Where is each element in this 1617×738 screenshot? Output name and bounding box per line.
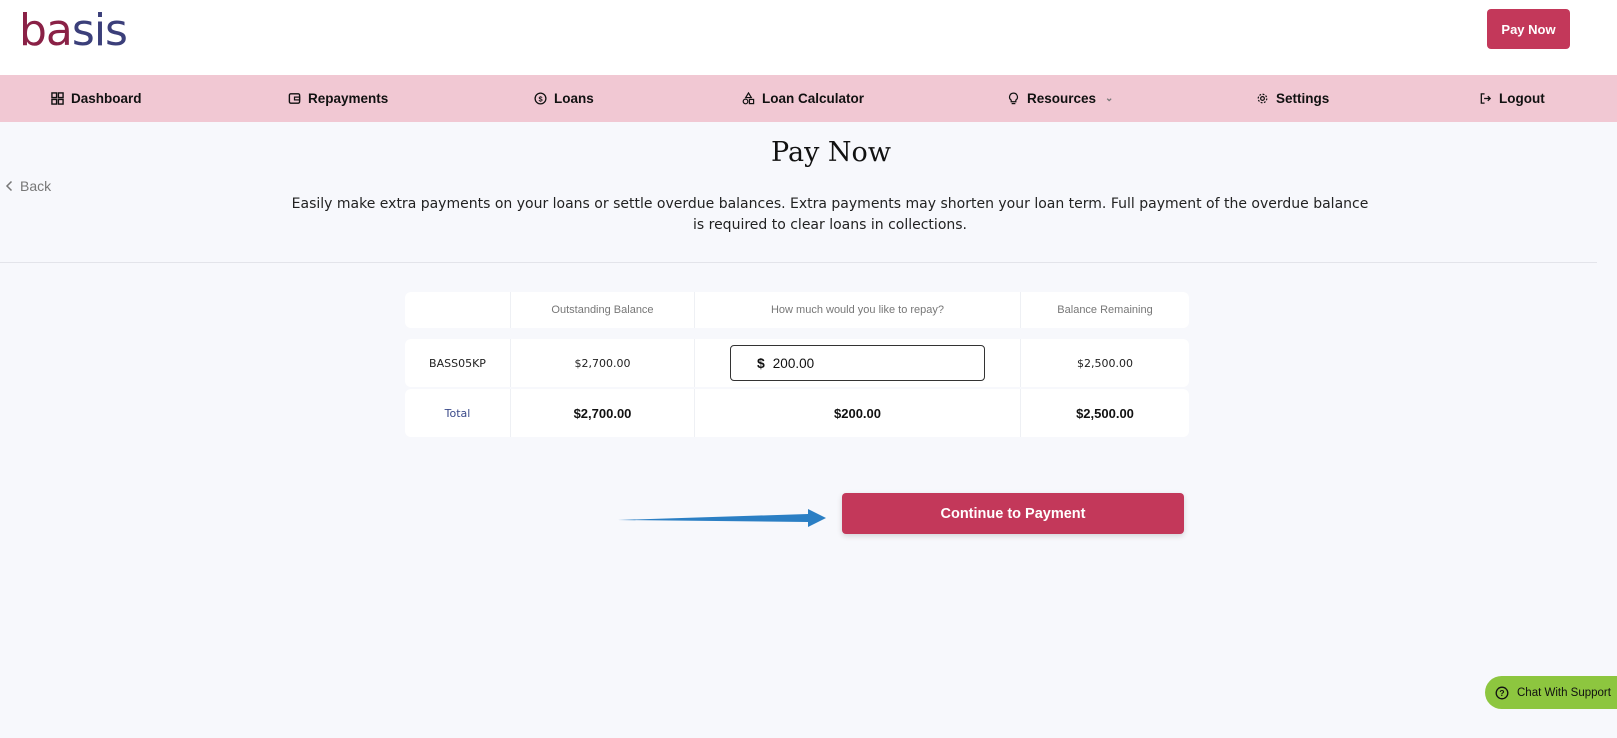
svg-text:$: $	[538, 94, 543, 103]
annotation-arrow	[618, 509, 826, 527]
logout-icon	[1480, 93, 1492, 104]
nav-item-settings[interactable]: Settings	[1256, 75, 1329, 122]
header-cell-loan	[405, 292, 511, 328]
nav-label-loan-calculator: Loan Calculator	[762, 91, 865, 106]
total-row: Total $2,700.00 $200.00 $2,500.00	[405, 389, 1189, 437]
lightbulb-icon	[1008, 92, 1019, 105]
page-title: Pay Now	[771, 137, 891, 168]
repay-amount-field[interactable]: $	[730, 345, 985, 381]
chevron-left-icon	[5, 180, 13, 192]
back-label: Back	[20, 178, 52, 194]
currency-symbol: $	[757, 355, 765, 371]
shapes-icon	[742, 92, 755, 105]
total-outstanding-cell: $2,700.00	[511, 389, 695, 437]
svg-text:?: ?	[1499, 688, 1504, 698]
repay-table-header: Outstanding Balance How much would you l…	[405, 292, 1189, 328]
nav-label-repayments: Repayments	[308, 91, 389, 106]
chat-with-support-button[interactable]: ? Chat With Support	[1485, 676, 1617, 709]
gear-icon	[1257, 93, 1268, 104]
loan-id-cell: BASS05KP	[405, 339, 511, 387]
table-row: BASS05KP $2,700.00 $ $2,500.00	[405, 339, 1189, 387]
nav-item-resources[interactable]: Resources ⌄	[1007, 75, 1113, 122]
nav-item-dashboard[interactable]: Dashboard	[51, 75, 142, 122]
nav-label-logout: Logout	[1499, 91, 1545, 106]
page-intro: Easily make extra payments on your loans…	[291, 196, 1369, 233]
nav-label-loans: Loans	[554, 91, 594, 106]
header-cell-remaining: Balance Remaining	[1057, 304, 1153, 316]
pay-now-header-button[interactable]: Pay Now	[1487, 9, 1570, 49]
nav-item-repayments[interactable]: Repayments	[288, 75, 388, 122]
wallet-icon	[288, 93, 301, 104]
remaining-cell: $2,500.00	[1077, 356, 1133, 370]
nav-item-loan-calculator[interactable]: Loan Calculator	[742, 75, 864, 122]
total-repay-cell: $200.00	[695, 389, 1021, 437]
repay-amount-input[interactable]	[772, 355, 953, 371]
nav-item-logout[interactable]: Logout	[1479, 75, 1545, 122]
dollar-coin-icon: $	[534, 92, 547, 105]
nav-label-settings: Settings	[1276, 91, 1330, 106]
top-bar: basis Pay Now	[0, 0, 1617, 75]
total-label-cell: Total	[405, 389, 511, 437]
basis-logo[interactable]: basis	[19, 5, 128, 56]
section-divider	[0, 262, 1597, 263]
repay-amount-cell: $	[695, 339, 1021, 387]
logo-text-part1: ba	[19, 5, 73, 56]
outstanding-cell: $2,700.00	[511, 339, 695, 387]
nav-item-loans[interactable]: $ Loans	[534, 75, 594, 122]
main-nav: Dashboard Repayments $ Loans Loan Calcul…	[0, 75, 1617, 122]
total-remaining-cell: $2,500.00	[1076, 405, 1134, 421]
help-circle-icon: ?	[1495, 686, 1509, 699]
header-cell-repay: How much would you like to repay?	[695, 292, 1021, 328]
continue-to-payment-button[interactable]: Continue to Payment	[842, 493, 1184, 534]
logo-text-part2: sis	[71, 5, 128, 56]
nav-label-resources: Resources	[1027, 91, 1097, 106]
chat-label: Chat With Support	[1517, 686, 1611, 699]
dashboard-icon	[51, 92, 64, 105]
chevron-down-icon: ⌄	[1105, 93, 1114, 104]
header-cell-outstanding: Outstanding Balance	[511, 292, 695, 328]
nav-label-dashboard: Dashboard	[71, 91, 142, 106]
back-link[interactable]: Back	[5, 178, 51, 194]
